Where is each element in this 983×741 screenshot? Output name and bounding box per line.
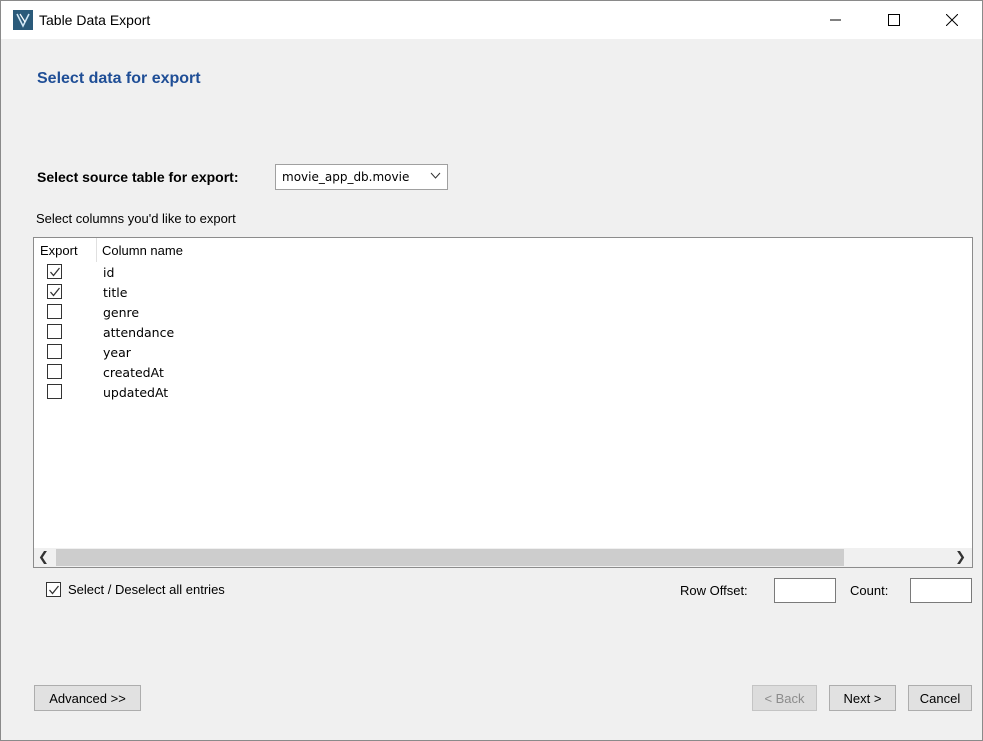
maximize-icon <box>888 14 900 26</box>
maximize-button[interactable] <box>865 1 923 39</box>
column-name-cell: genre <box>103 305 140 320</box>
table-row[interactable]: title <box>34 283 972 303</box>
select-all-label[interactable]: Select / Deselect all entries <box>68 582 225 597</box>
table-row[interactable]: genre <box>34 303 972 323</box>
minimize-icon <box>830 19 841 21</box>
mysql-workbench-icon <box>13 10 33 30</box>
scroll-right-icon[interactable]: ❯ <box>955 549 966 565</box>
columns-label: Select columns you'd like to export <box>36 211 236 226</box>
table-row[interactable]: attendance <box>34 323 972 343</box>
table-row[interactable]: id <box>34 263 972 283</box>
checkmark-icon <box>50 287 61 297</box>
row-offset-input[interactable] <box>774 578 836 603</box>
table-row[interactable]: createdAt <box>34 363 972 383</box>
close-icon <box>946 14 958 26</box>
column-name-header[interactable]: Column name <box>102 243 183 258</box>
export-checkbox[interactable] <box>47 324 62 339</box>
page-title: Select data for export <box>37 70 201 87</box>
export-column-header[interactable]: Export <box>40 243 78 258</box>
source-table-value: movie_app_db.movie <box>282 170 410 184</box>
row-offset-label: Row Offset: <box>680 583 748 598</box>
chevron-down-icon <box>430 170 441 184</box>
scroll-left-icon[interactable]: ❮ <box>38 549 49 565</box>
horizontal-scrollbar[interactable]: ❮ ❯ <box>34 548 972 567</box>
checkmark-icon <box>49 585 60 595</box>
table-row[interactable]: year <box>34 343 972 363</box>
export-checkbox[interactable] <box>47 304 62 319</box>
minimize-button[interactable] <box>807 1 865 39</box>
export-checkbox[interactable] <box>47 344 62 359</box>
close-button[interactable] <box>923 1 981 39</box>
table-data-export-window: Table Data Export Select data for export… <box>0 0 983 741</box>
column-name-cell: createdAt <box>103 365 164 380</box>
select-all-checkbox[interactable] <box>46 582 61 597</box>
next-button[interactable]: Next > <box>829 685 896 711</box>
header-separator <box>96 238 97 262</box>
window-title: Table Data Export <box>39 12 151 28</box>
column-name-cell: title <box>103 285 128 300</box>
advanced-button[interactable]: Advanced >> <box>34 685 141 711</box>
export-checkbox[interactable] <box>47 364 62 379</box>
export-checkbox[interactable] <box>47 384 62 399</box>
count-label: Count: <box>850 583 889 598</box>
column-name-cell: updatedAt <box>103 385 169 400</box>
export-checkbox[interactable] <box>47 284 62 299</box>
columns-table: Export Column name id title genre attendanc… <box>33 237 973 568</box>
checkmark-icon <box>50 267 61 277</box>
column-name-cell: attendance <box>103 325 175 340</box>
source-table-label: Select source table for export: <box>37 169 239 185</box>
table-row[interactable]: updatedAt <box>34 383 972 403</box>
column-name-cell: id <box>103 265 115 280</box>
count-input[interactable] <box>910 578 972 603</box>
title-bar[interactable]: Table Data Export <box>1 1 982 39</box>
back-button[interactable]: < Back <box>752 685 817 711</box>
source-table-select[interactable]: movie_app_db.movie <box>275 164 448 190</box>
cancel-button[interactable]: Cancel <box>908 685 972 711</box>
column-name-cell: year <box>103 345 131 360</box>
scrollbar-thumb[interactable] <box>56 549 844 566</box>
export-checkbox[interactable] <box>47 264 62 279</box>
